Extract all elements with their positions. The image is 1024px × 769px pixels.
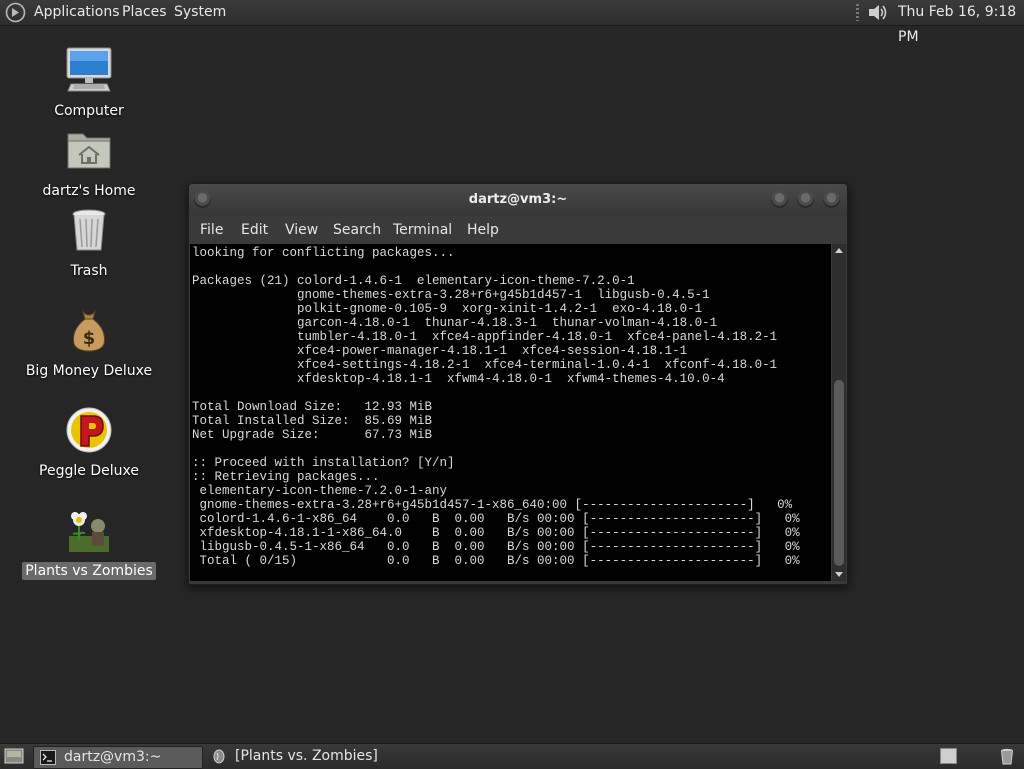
menu-search[interactable]: Search (333, 216, 381, 244)
trash-icon (72, 209, 106, 251)
menu-file[interactable]: File (200, 216, 223, 244)
svg-text:$: $ (83, 328, 96, 349)
home-folder-icon (67, 133, 111, 169)
terminal-window[interactable]: dartz@vm3:~ File Edit View Search Termin… (188, 183, 848, 585)
maximize-button[interactable] (797, 191, 814, 208)
top-panel: Applications Places System Thu Feb 16, 9… (0, 0, 1024, 45)
terminal-menubar: File Edit View Search Terminal Help (189, 216, 847, 244)
window-title: dartz@vm3:~ (468, 192, 568, 207)
taskbar-item-plants-vs-zombies[interactable]: [Plants vs. Zombies] (205, 746, 405, 767)
menu-help[interactable]: Help (467, 216, 499, 244)
scrollbar-thumb[interactable] (834, 380, 844, 566)
scroll-up-arrow-icon[interactable] (832, 244, 846, 258)
desktop-icon-label: dartz's Home (42, 183, 136, 199)
bottom-panel: dartz@vm3:~ [Plants vs. Zombies] (0, 743, 1024, 769)
desktop-icon-label: Peggle Deluxe (39, 463, 139, 479)
wine-icon (213, 749, 225, 764)
desktop-icon-label: Computer (54, 103, 124, 119)
distro-logo-icon[interactable] (5, 2, 26, 23)
scroll-down-arrow-icon[interactable] (832, 567, 846, 581)
desktop-icon-trash[interactable]: Trash (21, 206, 157, 280)
desktop-icon-label: Plants vs Zombies (22, 562, 156, 580)
desktop-icon-label: Trash (70, 263, 108, 279)
panel-separator (856, 4, 859, 21)
terminal-scrollbar[interactable] (832, 244, 846, 581)
desktop-icon-computer[interactable]: Computer (21, 46, 157, 120)
desktop-icon-peggle[interactable]: Peggle Deluxe (21, 406, 157, 480)
plants-vs-zombies-icon (69, 512, 109, 552)
taskbar-item-label: [Plants vs. Zombies] (235, 748, 378, 764)
minimize-button[interactable] (771, 191, 788, 208)
desktop-icon-label: Big Money Deluxe (25, 363, 153, 379)
terminal-text: looking for conflicting packages... Pack… (192, 246, 800, 568)
menu-view[interactable]: View (285, 216, 318, 244)
trash-applet-icon[interactable] (998, 747, 1016, 765)
peggle-icon (66, 407, 112, 453)
close-button[interactable] (823, 191, 840, 208)
menu-terminal[interactable]: Terminal (393, 216, 452, 244)
computer-icon (66, 47, 112, 92)
window-titlebar[interactable]: dartz@vm3:~ (189, 184, 847, 216)
clock[interactable]: Thu Feb 16, 9:18 PM (898, 0, 1024, 45)
desktop-icon-big-money[interactable]: $ Big Money Deluxe (21, 306, 157, 380)
menu-places[interactable]: Places (122, 0, 167, 25)
desktop-icon-plants-vs-zombies[interactable]: Plants vs Zombies (21, 506, 157, 580)
menu-system[interactable]: System (174, 0, 226, 25)
money-bag-icon: $ (73, 310, 105, 352)
menu-applications[interactable]: Applications (34, 0, 120, 25)
terminal-output[interactable]: looking for conflicting packages... Pack… (190, 244, 831, 581)
desktop-icon-home[interactable]: dartz's Home (21, 126, 157, 200)
show-desktop-icon[interactable] (4, 747, 24, 765)
taskbar-item-label: dartz@vm3:~ (64, 749, 162, 765)
volume-icon[interactable] (866, 2, 890, 23)
workspace-switcher[interactable] (940, 748, 957, 764)
menu-edit[interactable]: Edit (241, 216, 268, 244)
taskbar-item-terminal[interactable]: dartz@vm3:~ (33, 746, 203, 769)
terminal-icon (40, 750, 56, 765)
